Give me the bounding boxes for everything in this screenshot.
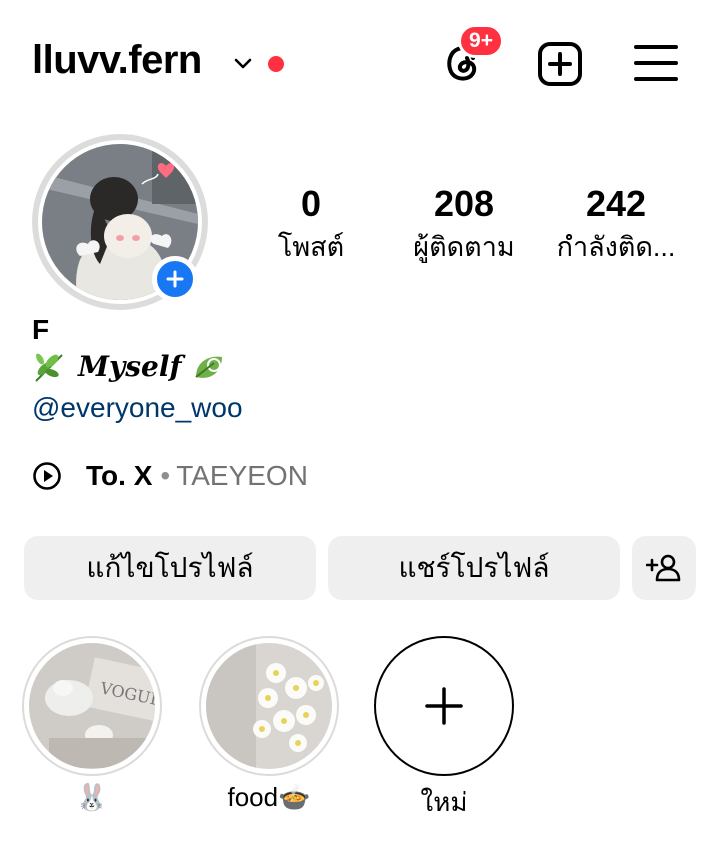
play-circle-icon (33, 462, 61, 490)
plus-icon (166, 270, 184, 288)
stat-posts[interactable]: 0 โพสต์ (241, 182, 381, 266)
hamburger-menu-icon[interactable] (632, 42, 680, 84)
bio-line: Myself (32, 350, 226, 383)
new-highlight-button[interactable] (374, 636, 514, 776)
bio-text: Myself (78, 350, 182, 383)
discover-people-button[interactable] (632, 536, 696, 600)
followers-count: 208 (433, 183, 495, 224)
posts-label: โพสต์ (277, 232, 345, 262)
highlight-bunny[interactable]: VOGUE (22, 636, 162, 776)
notification-badge: 9+ (458, 24, 504, 58)
highlight-cover-image: VOGUE (29, 643, 155, 769)
username-title[interactable]: lluvv.fern (32, 38, 202, 83)
stat-following[interactable]: 242 กำลังติด... (546, 182, 686, 266)
music-separator: • (160, 460, 171, 491)
leaf-icon (194, 356, 222, 378)
status-dot (268, 56, 284, 72)
following-label: กำลังติด... (556, 232, 676, 262)
highlight-label: food🍲 (227, 782, 311, 812)
add-story-button[interactable] (152, 256, 198, 302)
plus-icon (425, 687, 463, 725)
share-profile-button[interactable]: แชร์โปรไฟล์ (328, 536, 620, 600)
edit-profile-button[interactable]: แก้ไขโปรไฟล์ (24, 536, 316, 600)
posts-count: 0 (300, 183, 322, 224)
highlight-cover-image (206, 643, 332, 769)
followers-label: ผู้ติดตาม (413, 232, 515, 262)
bio-mention-link[interactable]: @everyone_woo (32, 392, 243, 424)
highlight-label: 🐰 (75, 782, 109, 812)
song-artist: TAEYEON (176, 460, 308, 491)
herb-icon (35, 353, 63, 382)
add-person-icon (646, 554, 681, 582)
add-post-icon[interactable] (536, 40, 584, 88)
new-highlight-label: ใหม่ (420, 787, 468, 817)
song-title: To. X (86, 460, 153, 491)
chevron-down-icon[interactable] (232, 52, 254, 74)
following-count: 242 (585, 183, 647, 224)
highlight-food[interactable] (199, 636, 339, 776)
profile-name: F (32, 314, 50, 345)
stat-followers[interactable]: 208 ผู้ติดตาม (394, 182, 534, 266)
profile-music[interactable]: To. X • TAEYEON (32, 460, 308, 492)
profile-header: lluvv.fern 9+ (0, 0, 720, 130)
